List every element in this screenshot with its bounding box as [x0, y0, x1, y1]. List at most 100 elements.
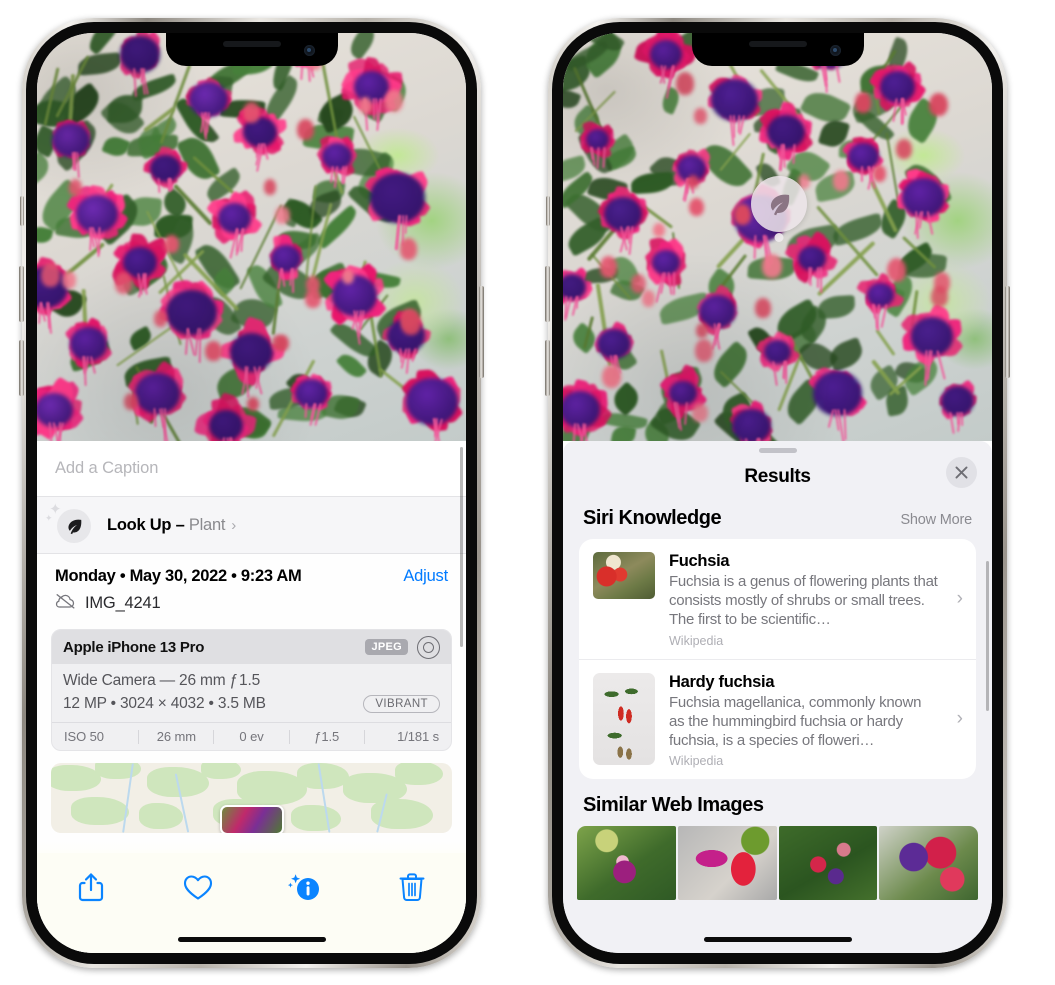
- web-image-thumbnail[interactable]: [577, 826, 676, 900]
- web-image-thumbnail[interactable]: [779, 826, 878, 900]
- web-image-thumbnail[interactable]: [678, 826, 777, 900]
- camera-header-right: JPEG: [365, 636, 440, 659]
- share-icon: [78, 872, 104, 902]
- knowledge-source: Wikipedia: [669, 754, 940, 768]
- scroll-indicator[interactable]: [986, 561, 989, 711]
- metadata-block: Monday • May 30, 2022 • 9:23 AM Adjust I…: [37, 554, 466, 614]
- siri-knowledge-card: Fuchsia Fuchsia is a genus of flowering …: [579, 539, 976, 779]
- knowledge-title: Fuchsia: [669, 552, 940, 571]
- trash-icon: [399, 872, 425, 902]
- photo-fuchsia-garden[interactable]: [37, 33, 466, 441]
- section-title: Siri Knowledge: [583, 507, 721, 530]
- look-up-badge: ✦ ✦: [55, 507, 91, 543]
- iphone-left: Add a Caption ✦ ✦ Look Up – Plant › Mond…: [22, 18, 481, 968]
- exif-iso: ISO 50: [60, 729, 138, 744]
- camera-size-line: 12 MP • 3024 × 4032 • 3.5 MB: [63, 695, 266, 713]
- location-map[interactable]: [51, 763, 452, 833]
- power-button[interactable]: [1005, 286, 1010, 378]
- visual-look-up-badge[interactable]: [751, 176, 807, 232]
- map-photo-pin[interactable]: [220, 805, 284, 833]
- knowledge-item-hardy-fuchsia[interactable]: Hardy fuchsia Fuchsia magellanica, commo…: [579, 659, 976, 780]
- look-up-row[interactable]: ✦ ✦ Look Up – Plant ›: [37, 497, 466, 554]
- camera-model: Apple iPhone 13 Pro: [63, 639, 204, 656]
- lens-icon: [417, 636, 440, 659]
- knowledge-title: Hardy fuchsia: [669, 673, 940, 692]
- sparkle-small-icon: ✦: [45, 514, 53, 523]
- knowledge-thumbnail: [593, 673, 655, 765]
- camera-lens-line: Wide Camera — 26 mm ƒ 1.5: [63, 672, 440, 690]
- notch: [692, 33, 864, 66]
- chevron-right-icon: ›: [957, 588, 963, 610]
- knowledge-thumbnail: [593, 552, 655, 599]
- badge-pointer-dot: [775, 233, 784, 242]
- close-button[interactable]: [946, 457, 977, 488]
- caption-input[interactable]: Add a Caption: [55, 459, 158, 478]
- sheet-header: Results: [563, 453, 992, 501]
- exif-aperture: ƒ1.5: [290, 729, 364, 744]
- favorite-button[interactable]: [144, 867, 251, 907]
- front-camera-icon: [830, 45, 841, 56]
- volume-up-button[interactable]: [545, 266, 550, 322]
- adjust-button[interactable]: Adjust: [403, 567, 448, 586]
- look-up-title: Look Up –: [107, 516, 185, 534]
- delete-button[interactable]: [359, 867, 466, 907]
- filename-row: IMG_4241: [55, 593, 448, 614]
- leaf-icon: [57, 509, 91, 543]
- exif-ev: 0 ev: [214, 729, 288, 744]
- notch: [166, 33, 338, 66]
- home-indicator[interactable]: [704, 937, 852, 942]
- close-icon: [954, 465, 969, 480]
- look-up-label: Look Up – Plant: [107, 516, 225, 535]
- camera-card-body: Wide Camera — 26 mm ƒ 1.5 12 MP • 3024 ×…: [52, 664, 451, 722]
- photo-info-panel: Add a Caption ✦ ✦ Look Up – Plant › Mond…: [37, 441, 466, 953]
- share-button[interactable]: [37, 867, 144, 907]
- caption-row[interactable]: Add a Caption: [37, 441, 466, 497]
- camera-card-header: Apple iPhone 13 Pro JPEG: [52, 630, 451, 664]
- format-chip: JPEG: [365, 639, 408, 655]
- volume-up-button[interactable]: [19, 266, 24, 322]
- info-sparkle-icon: [287, 871, 323, 903]
- exif-shutter: 1/181 s: [365, 729, 443, 744]
- similar-web-images-grid: [563, 826, 992, 900]
- look-up-subject: Plant: [189, 516, 225, 534]
- camera-size-row: 12 MP • 3024 × 4032 • 3.5 MB VIBRANT: [63, 695, 440, 713]
- knowledge-text: Fuchsia Fuchsia is a genus of flowering …: [669, 552, 962, 648]
- exif-row: ISO 50 26 mm 0 ev ƒ1.5 1/181 s: [52, 722, 451, 750]
- leaf-icon: [751, 176, 807, 232]
- home-indicator[interactable]: [178, 937, 326, 942]
- section-header-siri-knowledge: Siri Knowledge Show More: [563, 501, 992, 539]
- results-sheet: Results Siri Knowledge Show More Fuchsia…: [563, 441, 992, 953]
- knowledge-source: Wikipedia: [669, 634, 940, 648]
- scroll-indicator[interactable]: [460, 447, 463, 647]
- knowledge-description: Fuchsia magellanica, commonly known as t…: [669, 693, 940, 751]
- heart-icon: [183, 874, 213, 901]
- volume-down-button[interactable]: [19, 340, 24, 396]
- front-camera-icon: [304, 45, 315, 56]
- knowledge-description: Fuchsia is a genus of flowering plants t…: [669, 572, 940, 630]
- volume-down-button[interactable]: [545, 340, 550, 396]
- power-button[interactable]: [479, 286, 484, 378]
- camera-info-card[interactable]: Apple iPhone 13 Pro JPEG Wide Camera — 2…: [51, 629, 452, 751]
- earpiece-speaker: [749, 41, 807, 47]
- web-image-thumbnail[interactable]: [879, 826, 978, 900]
- section-title: Similar Web Images: [583, 794, 764, 817]
- info-button[interactable]: [252, 867, 359, 907]
- earpiece-speaker: [223, 41, 281, 47]
- mute-switch[interactable]: [546, 196, 550, 226]
- knowledge-text: Hardy fuchsia Fuchsia magellanica, commo…: [669, 673, 962, 769]
- mute-switch[interactable]: [20, 196, 24, 226]
- style-chip: VIBRANT: [363, 695, 440, 713]
- section-header-similar-web-images: Similar Web Images: [563, 779, 992, 826]
- page-title: Results: [744, 466, 810, 488]
- screen-right: Results Siri Knowledge Show More Fuchsia…: [563, 33, 992, 953]
- chevron-right-icon: ›: [957, 708, 963, 730]
- photo-date: Monday • May 30, 2022 • 9:23 AM: [55, 567, 302, 586]
- photo-filename: IMG_4241: [85, 594, 160, 613]
- cloud-slash-icon: [55, 593, 76, 614]
- screen-left: Add a Caption ✦ ✦ Look Up – Plant › Mond…: [37, 33, 466, 953]
- show-more-button[interactable]: Show More: [900, 512, 972, 528]
- knowledge-item-fuchsia[interactable]: Fuchsia Fuchsia is a genus of flowering …: [579, 539, 976, 659]
- iphone-right: Results Siri Knowledge Show More Fuchsia…: [548, 18, 1007, 968]
- metadata-header: Monday • May 30, 2022 • 9:23 AM Adjust: [55, 567, 448, 586]
- chevron-right-icon: ›: [231, 517, 236, 534]
